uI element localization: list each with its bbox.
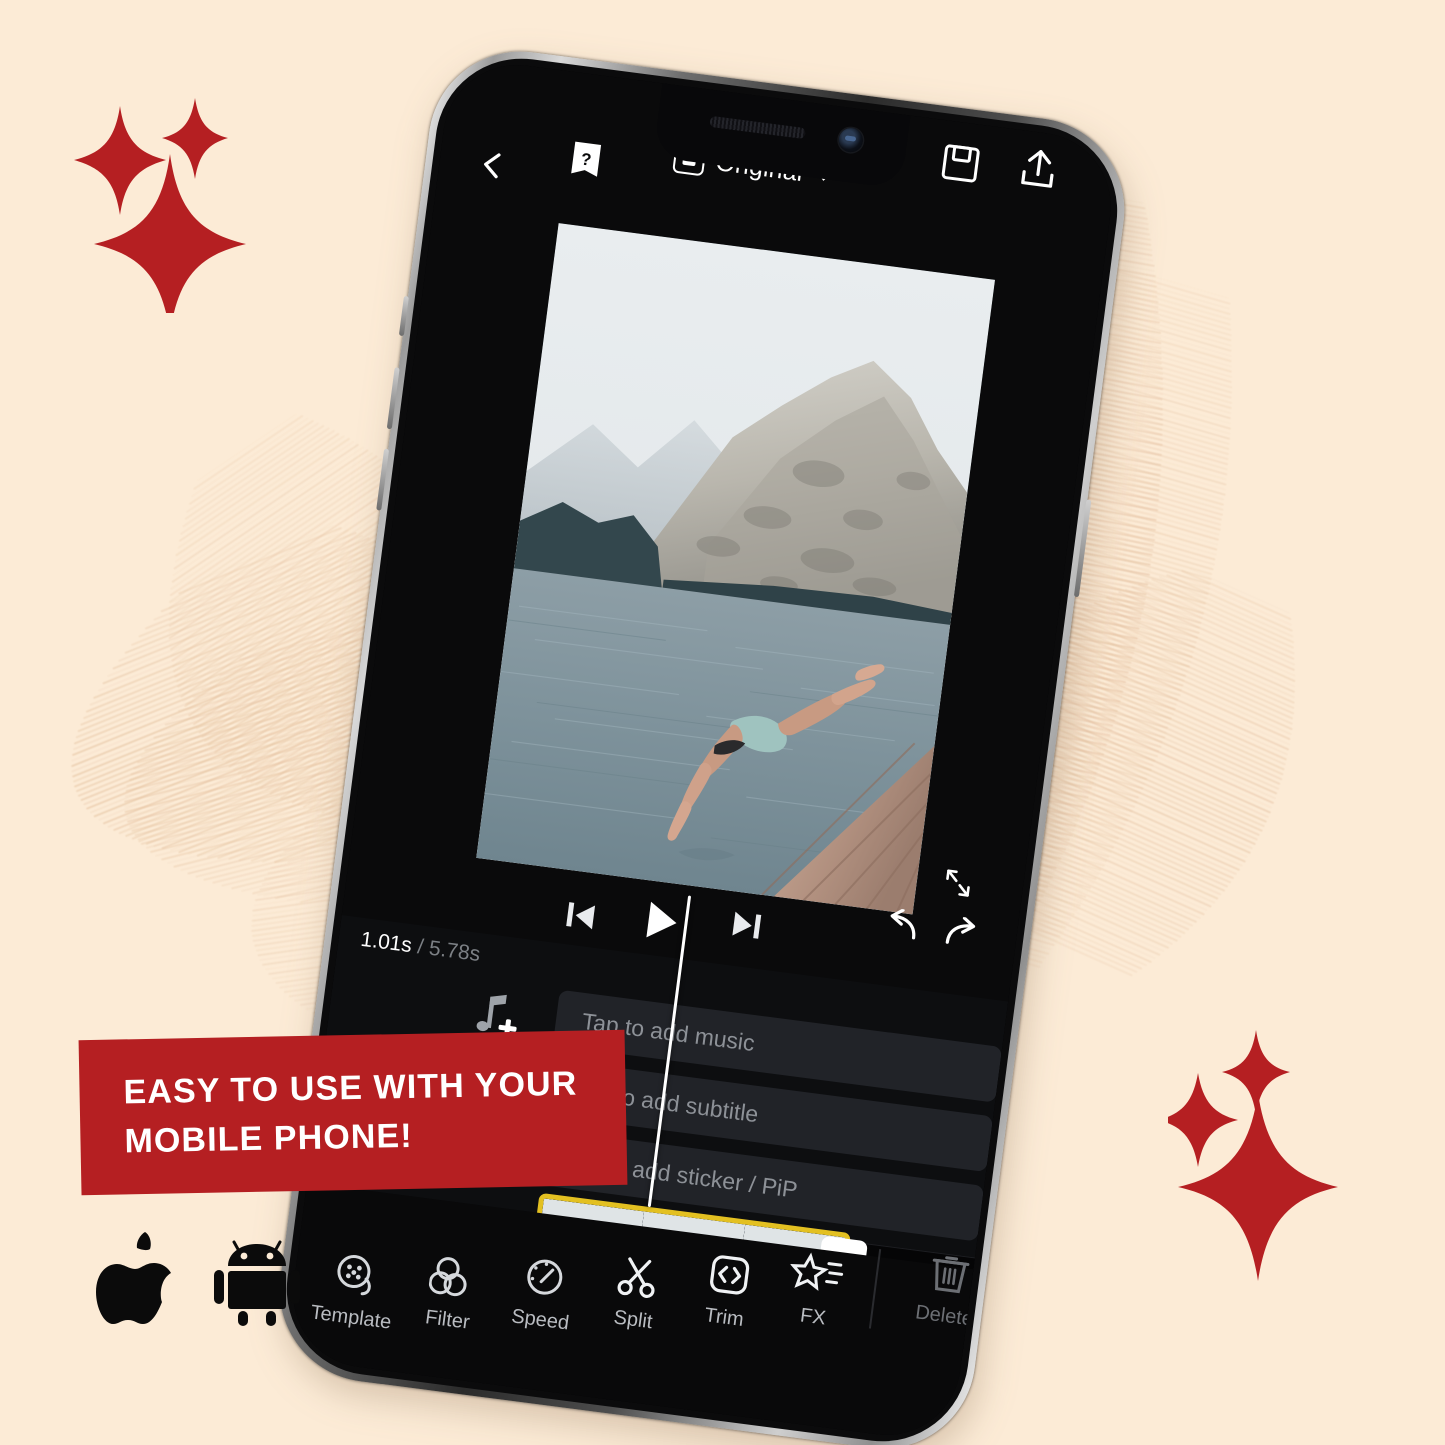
- tool-fx[interactable]: FX: [759, 1239, 875, 1336]
- fullscreen-expand-icon[interactable]: [939, 864, 977, 902]
- ruler-tick-minor: [980, 1373, 984, 1380]
- tool-filter-label: Filter: [424, 1306, 471, 1334]
- total-time: 5.78s: [427, 936, 482, 967]
- redo-icon[interactable]: [942, 915, 984, 954]
- timecode-display: 1.01s / 5.78s: [359, 928, 481, 967]
- sparkle-cluster-top-left: [74, 98, 246, 313]
- time-separator: /: [416, 935, 425, 959]
- help-book-icon[interactable]: ?: [567, 138, 606, 180]
- apple-logo: [96, 1232, 171, 1324]
- play-icon[interactable]: [641, 898, 682, 944]
- undo-redo-group: [879, 907, 985, 954]
- current-time: 1.01s: [359, 927, 414, 958]
- phone-mockup: ? Original: [268, 40, 1140, 1445]
- save-disk-icon[interactable]: [939, 142, 982, 185]
- timeline-clip-next-2[interactable]: [993, 1261, 1120, 1385]
- promo-banner-line2: MOBILE PHONE!: [124, 1116, 414, 1160]
- tool-template-label: Template: [309, 1301, 393, 1334]
- sparkle-cluster-bottom-right: [1168, 1030, 1338, 1281]
- earpiece-grille: [709, 115, 806, 140]
- front-camera: [837, 126, 865, 154]
- video-preview-frame: [476, 223, 995, 915]
- poster-canvas: ? Original: [0, 0, 1445, 1445]
- video-preview-container[interactable]: [476, 223, 995, 915]
- template-reel-icon: [301, 1239, 413, 1304]
- undo-icon[interactable]: [879, 907, 921, 946]
- ruler-tick-minor: [1001, 1375, 1004, 1383]
- skip-next-icon[interactable]: [730, 907, 764, 943]
- store-logos: [96, 1232, 300, 1328]
- tool-speed-label: Speed: [510, 1305, 571, 1335]
- chevron-left-icon[interactable]: [476, 148, 510, 182]
- android-logo: [214, 1240, 300, 1326]
- promo-banner: EASY TO USE WITH YOUR MOBILE PHONE!: [78, 1029, 628, 1196]
- skip-previous-icon[interactable]: [564, 898, 598, 934]
- share-upload-icon[interactable]: [1017, 146, 1060, 191]
- ruler-tick-minor: [1022, 1378, 1025, 1385]
